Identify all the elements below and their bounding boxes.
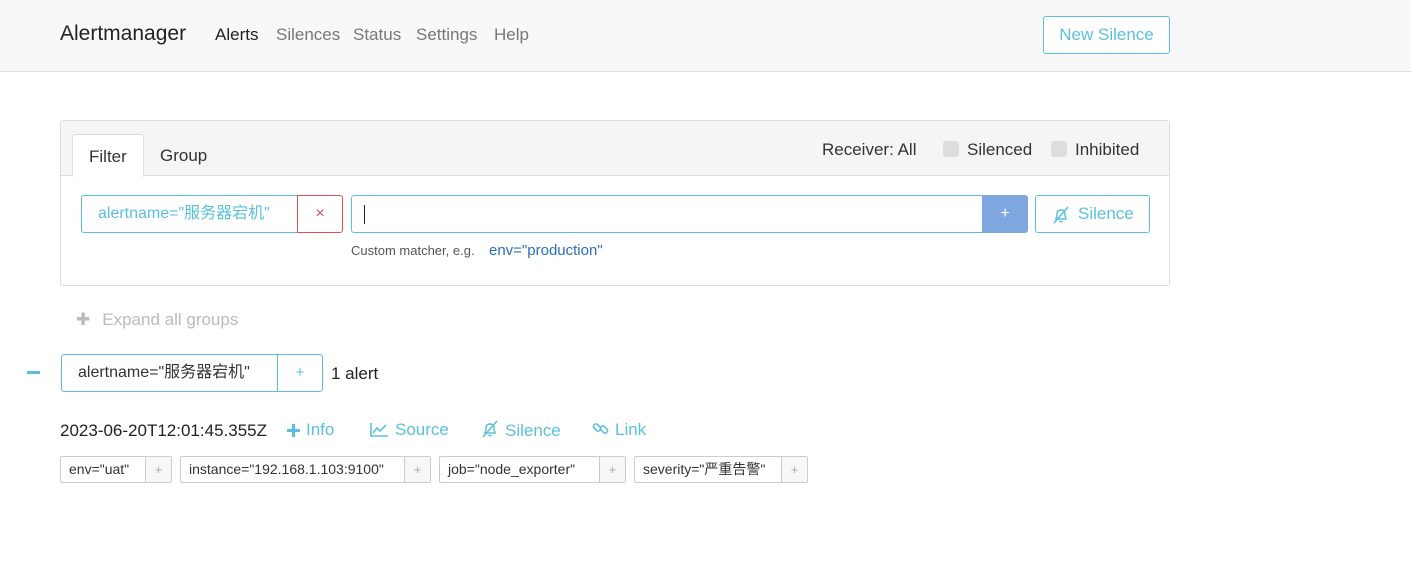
alert-info-link[interactable]: Info [287, 420, 334, 440]
alert-label-severity[interactable]: severity="严重告警" + [634, 456, 808, 483]
alert-source-label: Source [395, 420, 449, 439]
receiver-select[interactable]: Receiver: All [822, 140, 916, 160]
silenced-label[interactable]: Silenced [967, 140, 1032, 160]
nav-silences[interactable]: Silences [276, 25, 340, 45]
brand-logo[interactable]: Alertmanager [60, 22, 186, 46]
alert-timestamp: 2023-06-20T12:01:45.355Z [60, 421, 267, 440]
alert-link-label: Link [615, 420, 647, 439]
custom-matcher-hint: Custom matcher, e.g. [351, 243, 475, 258]
add-label-filter-button[interactable]: + [145, 457, 171, 482]
label-text: instance="192.168.1.103:9100" [189, 461, 384, 477]
bell-slash-icon [482, 420, 498, 438]
alert-silence-link[interactable]: Silence [481, 420, 561, 441]
tab-group[interactable]: Group [144, 134, 223, 177]
inhibited-label[interactable]: Inhibited [1075, 140, 1139, 160]
nav-help[interactable]: Help [494, 25, 529, 45]
add-label-filter-button[interactable]: + [599, 457, 625, 482]
filter-matcher-pill[interactable]: alertname="服务器宕机" [81, 195, 298, 233]
custom-matcher-example: env="production" [489, 242, 603, 259]
alert-link-link[interactable]: Link [592, 420, 646, 440]
alert-label-env[interactable]: env="uat" + [60, 456, 172, 483]
alert-info-label: Info [306, 420, 335, 439]
expand-all-label: Expand all groups [102, 310, 239, 329]
silence-filter-label: Silence [1078, 204, 1134, 223]
alert-label-job[interactable]: job="node_exporter" + [439, 456, 626, 483]
link-icon [592, 423, 609, 434]
text-caret [364, 205, 365, 224]
nav-alerts[interactable]: Alerts [215, 25, 258, 45]
add-label-filter-button[interactable]: + [781, 457, 807, 482]
navbar: Alertmanager Alerts Silences Status Sett… [0, 0, 1411, 72]
label-text: env="uat" [69, 461, 130, 477]
nav-status[interactable]: Status [353, 25, 401, 45]
nav-settings[interactable]: Settings [416, 25, 477, 45]
remove-matcher-button[interactable]: × [297, 195, 343, 233]
add-matcher-button[interactable]: + [982, 195, 1028, 233]
filter-card: Filter Group Receiver: All Silenced Inhi… [60, 120, 1170, 286]
label-text: job="node_exporter" [448, 461, 576, 477]
alert-label-instance[interactable]: instance="192.168.1.103:9100" + [180, 456, 431, 483]
label-text: severity="严重告警" [643, 461, 766, 477]
new-silence-button[interactable]: New Silence [1043, 16, 1170, 54]
expand-all-groups[interactable]: ✚ Expand all groups [76, 310, 238, 330]
add-label-filter-button[interactable]: + [404, 457, 430, 482]
filter-card-header: Filter Group Receiver: All Silenced Inhi… [61, 121, 1169, 177]
group-add-filter-button[interactable]: + [277, 354, 323, 392]
tab-filter[interactable]: Filter [72, 134, 144, 177]
plus-icon: ✚ [76, 310, 91, 329]
group-matcher-pill[interactable]: alertname="服务器宕机" [61, 354, 278, 392]
inhibited-checkbox[interactable] [1051, 141, 1067, 157]
bell-slash-icon [1053, 206, 1069, 224]
alert-source-link[interactable]: Source [370, 420, 449, 440]
plus-icon [287, 424, 300, 437]
silence-filter-button[interactable]: Silence [1035, 195, 1150, 233]
custom-matcher-input[interactable] [351, 195, 983, 233]
silenced-checkbox[interactable] [943, 141, 959, 157]
alert-silence-label: Silence [505, 421, 561, 440]
line-chart-icon [370, 423, 388, 437]
collapse-group-icon[interactable] [27, 371, 40, 374]
group-alert-count: 1 alert [331, 364, 379, 383]
